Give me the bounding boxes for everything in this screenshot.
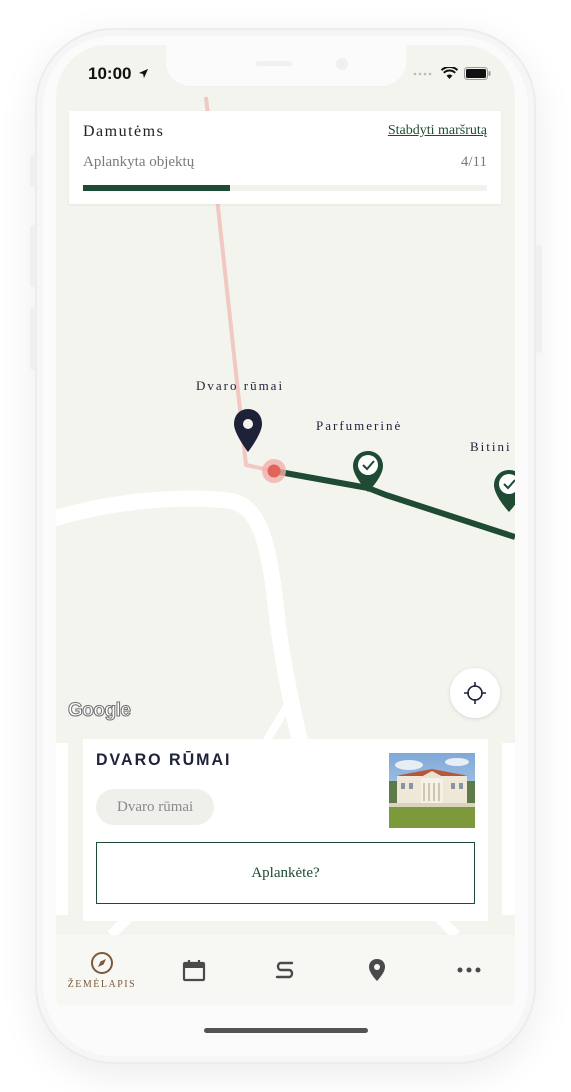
tab-places[interactable] <box>331 935 423 1005</box>
more-icon <box>457 967 481 973</box>
home-indicator-area <box>56 1005 515 1043</box>
tab-routes[interactable] <box>240 935 332 1005</box>
cellular-signal-icon <box>413 72 432 75</box>
mark-visited-button[interactable]: Aplankėte? <box>96 842 475 904</box>
location-pin-icon <box>369 959 386 981</box>
previous-place-card-peek[interactable] <box>56 743 68 915</box>
phone-volume-down <box>30 308 36 370</box>
bottom-tab-bar: ŽEMĖLAPIS <box>56 935 515 1005</box>
phone-volume-up <box>30 225 36 287</box>
locate-me-button[interactable] <box>450 668 500 718</box>
place-thumbnail-image[interactable] <box>389 753 475 828</box>
tab-map[interactable]: ŽEMĖLAPIS <box>56 935 148 1005</box>
calendar-icon <box>182 960 205 982</box>
route-progress-bar <box>83 185 487 191</box>
stop-route-link[interactable]: Stabdyti maršrutą <box>388 123 487 139</box>
route-completed-line <box>273 468 515 540</box>
tab-calendar[interactable] <box>148 935 240 1005</box>
battery-icon <box>464 67 491 80</box>
phone-mute-switch <box>30 155 36 187</box>
place-title: DVARO RŪMAI <box>96 751 232 770</box>
map-label-manor: Dvaro rūmai <box>196 378 285 393</box>
app-screen: Dvaro rūmai Parfumerinė Bitini 10:00 Dam… <box>56 45 515 1043</box>
tab-more[interactable] <box>423 935 515 1005</box>
status-time: 10:00 <box>88 64 149 84</box>
next-place-card-peek[interactable] <box>502 743 515 915</box>
current-position-dot <box>267 464 281 478</box>
map-label-perfumery: Parfumerinė <box>316 418 403 433</box>
location-arrow-icon <box>139 68 149 79</box>
crosshair-icon <box>464 682 486 704</box>
apiary-visited-pin-icon[interactable] <box>494 470 515 512</box>
manor-map-pin-icon[interactable] <box>234 409 262 452</box>
route-icon <box>276 961 294 979</box>
wifi-icon <box>441 67 458 79</box>
route-progress-fill <box>83 185 231 191</box>
notch-speaker <box>256 61 292 66</box>
place-category-tag: Dvaro rūmai <box>96 789 215 825</box>
route-name: Damutėms <box>83 123 165 140</box>
compass-icon <box>90 951 113 974</box>
visited-objects-count: 4/11 <box>460 154 487 170</box>
map-label-apiary: Bitini <box>470 439 512 454</box>
route-progress-card: Damutėms Stabdyti maršrutą Aplankyta obj… <box>69 111 501 204</box>
notch-camera <box>336 58 348 70</box>
home-indicator[interactable] <box>204 1028 368 1033</box>
phone-notch <box>166 45 406 87</box>
phone-power-button <box>536 245 542 353</box>
google-attribution-logo: Google <box>67 700 131 722</box>
tab-map-label: ŽEMĖLAPIS <box>67 978 137 990</box>
status-indicators <box>413 67 491 80</box>
place-card[interactable]: DVARO RŪMAI Dvaro rūmai Aplankėte? <box>83 739 488 921</box>
visited-objects-label: Aplankyta objektų <box>83 154 195 170</box>
